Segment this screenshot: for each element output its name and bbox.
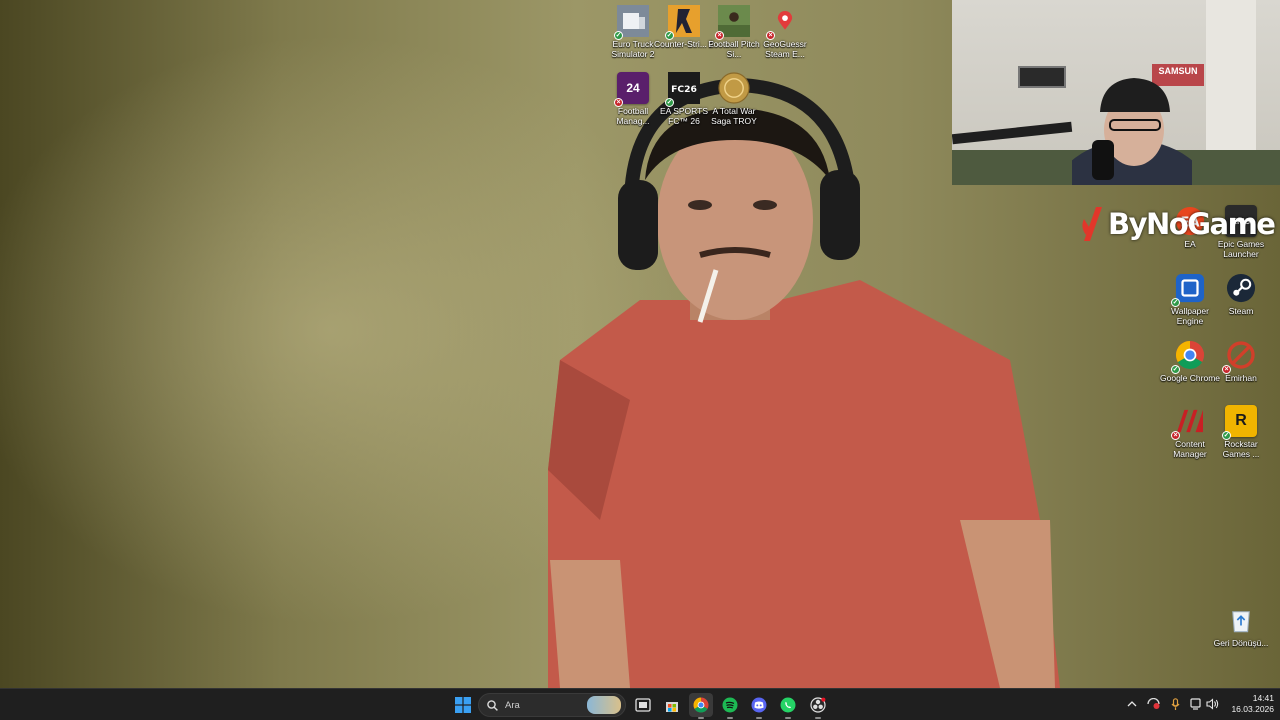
record-indicator-icon: [1146, 698, 1160, 709]
svg-text:FC26: FC26: [671, 84, 697, 95]
clock-date: 16.03.2026: [1231, 704, 1274, 714]
microphone-icon: [1171, 697, 1179, 710]
discord-icon: [751, 697, 767, 713]
desktop-icon-recycle-bin[interactable]: Geri Dönüşü...: [1213, 604, 1269, 648]
taskbar: Ara 14:41 16.03.2026: [0, 688, 1280, 720]
webcam-streamer-image: [1072, 78, 1192, 185]
desktop-icon-steam[interactable]: Steam: [1213, 272, 1269, 316]
sync-ok-badge-icon: ✓: [1222, 431, 1231, 440]
football-pitch-icon: ×: [715, 5, 750, 40]
running-indicator: [756, 717, 762, 719]
webcam-plaque: [1018, 66, 1066, 88]
task-view-button[interactable]: [631, 693, 655, 717]
desktop-icon-label: GeoGuessr Steam E...: [763, 39, 807, 59]
spotify-icon: [722, 697, 738, 713]
desktop-icon-label: Geri Dönüşü...: [1213, 638, 1269, 648]
chrome-icon: [693, 697, 709, 713]
error-badge-icon: ×: [614, 98, 623, 107]
sync-ok-badge-icon: ✓: [1171, 298, 1180, 307]
windows-start-icon: [455, 697, 471, 713]
search-placeholder: Ara: [505, 699, 520, 711]
desktop-icon-football-pitch[interactable]: × Football Pitch Si...: [706, 5, 762, 59]
discord-taskbar-button[interactable]: [747, 693, 771, 719]
taskbar-search-box[interactable]: Ara: [478, 693, 626, 717]
icon-glyph: 24: [626, 81, 640, 95]
obs-taskbar-button[interactable]: [806, 693, 830, 719]
desktop-icon-rockstar[interactable]: R ✓ Rockstar Games ...: [1213, 405, 1269, 459]
wallpaper-engine-icon: ✓: [1171, 272, 1206, 307]
desktop-icon-label: Rockstar Games ...: [1222, 439, 1260, 459]
network-icon: [1189, 698, 1201, 710]
desktop-icon-emirhan[interactable]: × Emirhan: [1213, 339, 1269, 383]
running-indicator: [698, 717, 704, 719]
spotify-taskbar-button[interactable]: [718, 693, 742, 719]
recycle-bin-icon: [1225, 604, 1257, 636]
ea-fc-icon: FC26 ✓: [665, 72, 700, 107]
desktop-icon-label: Steam: [1228, 306, 1254, 316]
running-indicator: [785, 717, 791, 719]
desktop-icon-content-manager[interactable]: × Content Manager: [1162, 405, 1218, 459]
error-badge-icon: ×: [1222, 365, 1231, 374]
tray-recording-button[interactable]: [1146, 697, 1160, 711]
desktop-icon-wallpaper-engine[interactable]: ✓ Wallpaper Engine: [1162, 272, 1218, 326]
map-pin-icon: ×: [766, 5, 801, 40]
desktop-icon-football-manager[interactable]: 24 × Football Manag...: [605, 72, 661, 126]
rockstar-icon: R ✓: [1222, 405, 1257, 440]
content-manager-icon: ×: [1171, 405, 1206, 440]
error-badge-icon: ×: [766, 31, 775, 40]
desktop-icon-label: A Total War Saga TROY: [711, 106, 757, 126]
task-view-icon: [635, 698, 651, 712]
bynogame-mark-icon: [1082, 207, 1102, 241]
desktop-icon-chrome[interactable]: ✓ Google Chrome: [1160, 339, 1220, 383]
microsoft-store-button[interactable]: [660, 693, 684, 717]
sync-ok-badge-icon: ✓: [1171, 365, 1180, 374]
brand-text: ByNoGame: [1108, 207, 1276, 241]
search-icon: [487, 699, 498, 711]
running-indicator: [727, 717, 733, 719]
fm24-icon: 24 ×: [614, 72, 649, 107]
error-badge-icon: ×: [715, 31, 724, 40]
desktop-icon-total-war-troy[interactable]: A Total War Saga TROY: [706, 72, 762, 126]
counter-strike-icon: ✓: [665, 5, 700, 40]
desktop-icon-label: Emirhan: [1225, 373, 1257, 383]
sync-ok-badge-icon: ✓: [665, 98, 674, 107]
chrome-icon: ✓: [1171, 339, 1206, 374]
start-button[interactable]: [451, 693, 475, 717]
blocked-icon: ×: [1222, 339, 1257, 374]
troy-coin-icon: [718, 72, 750, 104]
webcam-overlay: SAMSUN: [952, 0, 1280, 185]
taskbar-clock[interactable]: 14:41 16.03.2026: [1226, 693, 1274, 715]
chrome-taskbar-button[interactable]: [689, 693, 713, 719]
whatsapp-taskbar-button[interactable]: [776, 693, 800, 719]
volume-icon: [1205, 698, 1218, 710]
tray-overflow-button[interactable]: [1125, 697, 1139, 711]
tray-volume-button[interactable]: [1205, 697, 1219, 711]
error-badge-icon: ×: [1171, 431, 1180, 440]
chevron-up-icon: [1127, 701, 1137, 707]
search-highlight-art: [587, 696, 621, 714]
webcam-mic-arm: [952, 121, 1073, 145]
sync-ok-badge-icon: ✓: [614, 31, 623, 40]
bynogame-logo: ByNoGame: [1080, 204, 1276, 244]
microsoft-store-icon: [666, 702, 678, 712]
clock-time: 14:41: [1252, 693, 1274, 703]
tray-microphone-button[interactable]: [1168, 697, 1182, 711]
icon-glyph: R: [1235, 412, 1247, 429]
running-indicator: [815, 717, 821, 719]
obs-icon: [810, 697, 826, 713]
sync-ok-badge-icon: ✓: [665, 31, 674, 40]
desktop-icon-geoguessr[interactable]: × GeoGuessr Steam E...: [757, 5, 813, 59]
tray-network-button[interactable]: [1189, 697, 1203, 711]
desktop-icon-euro-truck[interactable]: ✓ Euro Truck Simulator 2: [605, 5, 661, 59]
steam-icon: [1225, 272, 1257, 304]
whatsapp-icon: [780, 697, 796, 713]
truck-icon: ✓: [614, 5, 649, 40]
